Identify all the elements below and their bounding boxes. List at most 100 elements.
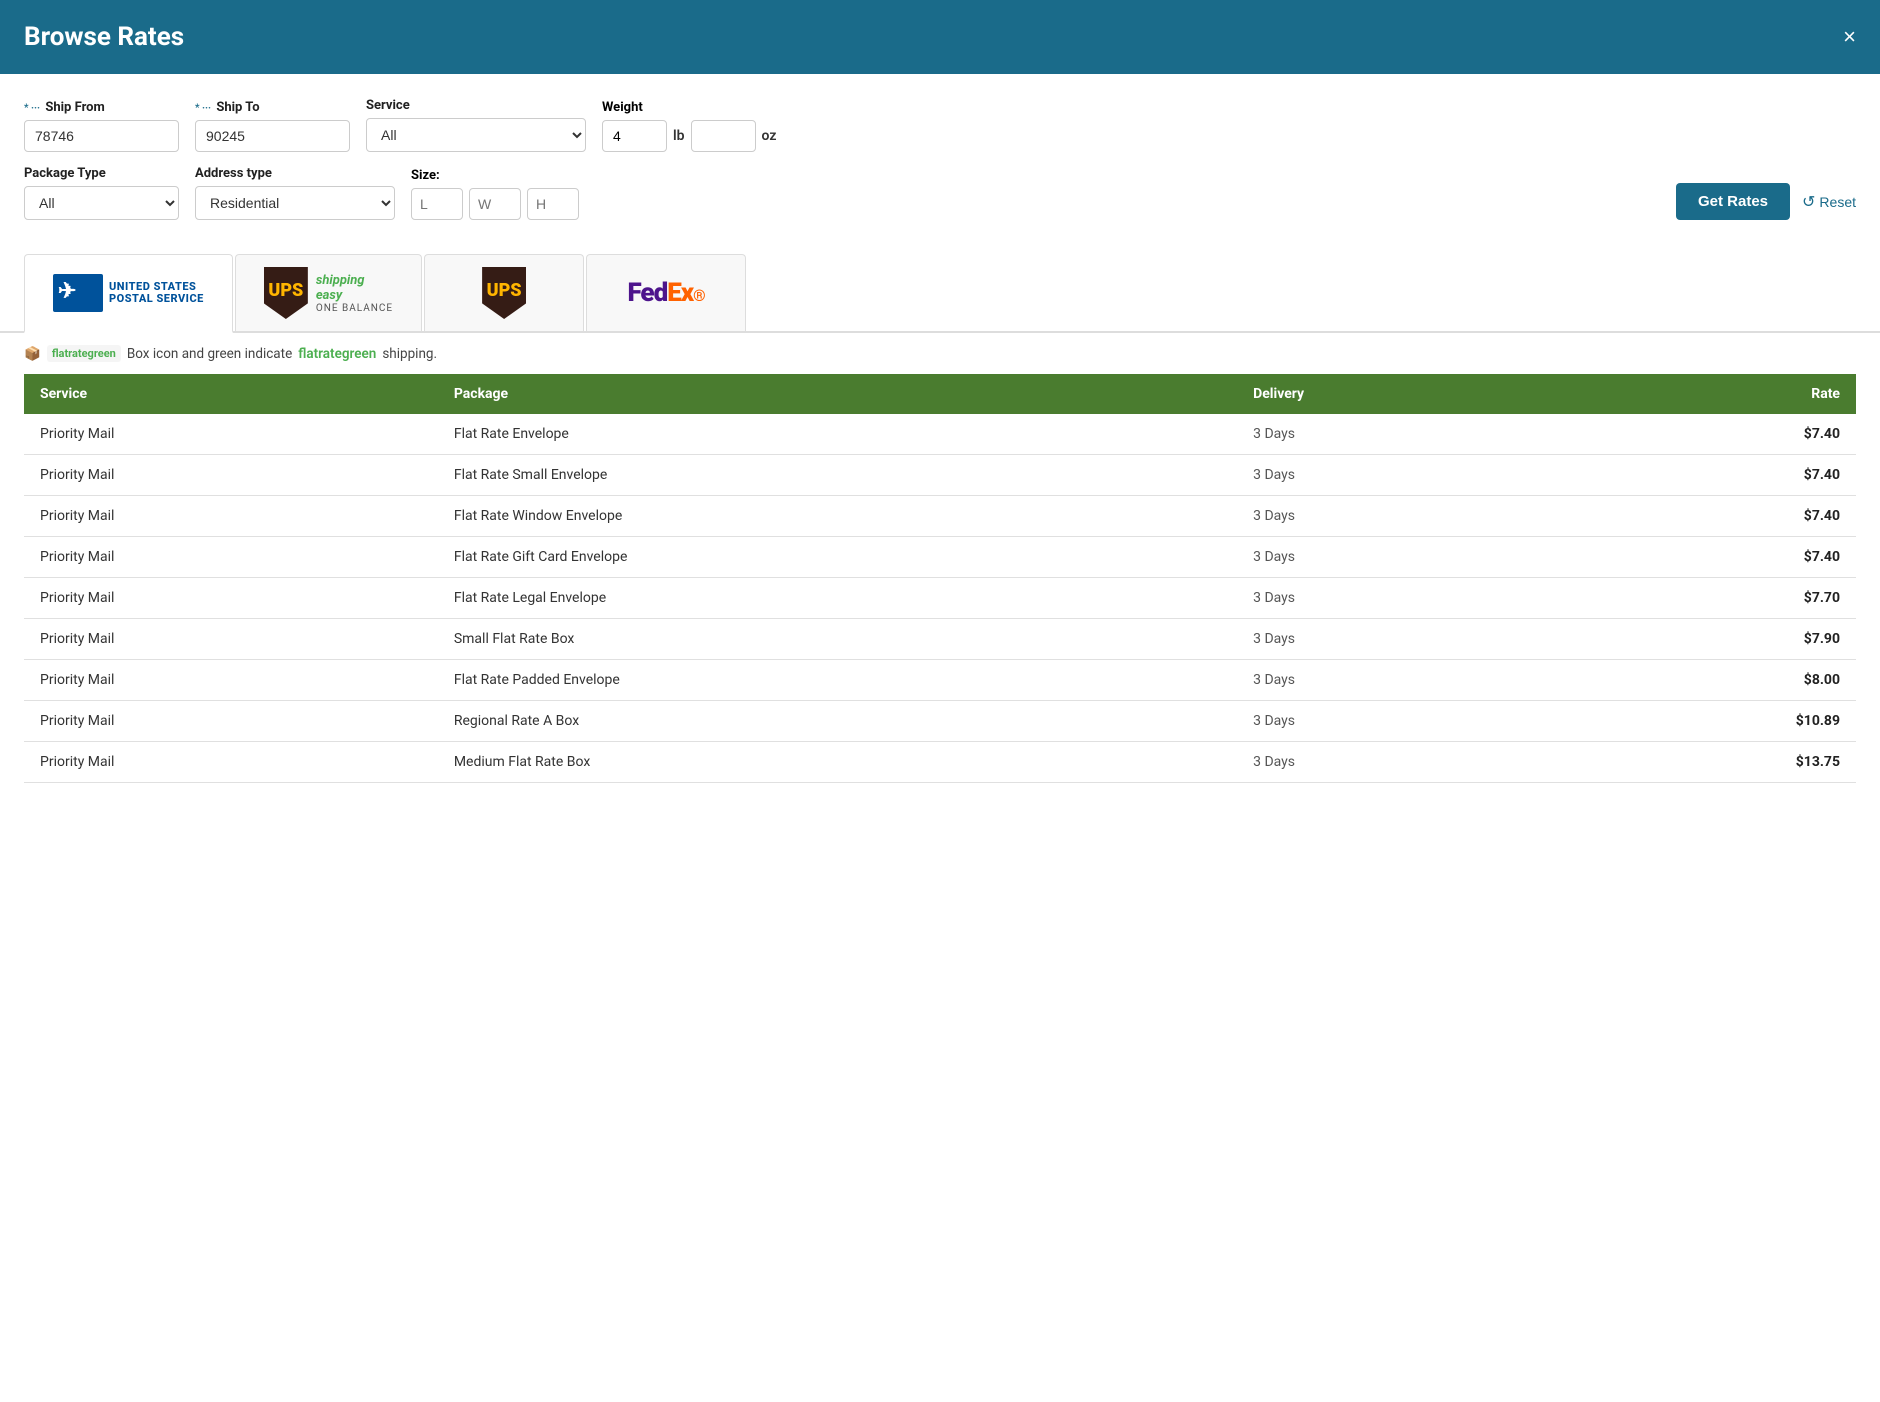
service-cell: Priority Mail <box>24 455 438 496</box>
ups-shield-icon: UPS <box>264 267 308 319</box>
ups-shield-icon-2: UPS <box>482 267 526 319</box>
reset-icon: ↺ <box>1802 192 1815 212</box>
delivery-cell: 3 Days <box>1237 742 1559 783</box>
rate-cell: $7.40 <box>1560 414 1856 455</box>
ex-text: Ex <box>667 278 693 308</box>
package-cell: Flat Rate Small Envelope <box>438 455 1237 496</box>
size-inputs <box>411 188 579 220</box>
delivery-cell: 3 Days <box>1237 619 1559 660</box>
rate-cell: $8.00 <box>1560 660 1856 701</box>
service-cell: Priority Mail <box>24 701 438 742</box>
close-button[interactable]: × <box>1843 26 1856 48</box>
table-row: Priority Mail Flat Rate Padded Envelope … <box>24 660 1856 701</box>
weight-group: Weight lb oz <box>602 100 776 152</box>
service-label: Service <box>366 98 586 113</box>
carrier-tab-ups[interactable]: UPS <box>424 254 584 331</box>
fedex-logo: FedEx® <box>627 278 704 308</box>
table-row: Priority Mail Flat Rate Legal Envelope 3… <box>24 578 1856 619</box>
weight-lb-input[interactable] <box>602 120 667 152</box>
package-cell: Medium Flat Rate Box <box>438 742 1237 783</box>
reset-button[interactable]: ↺ Reset <box>1802 192 1856 212</box>
service-select[interactable]: All Priority Mail First Class Parcel Sel… <box>366 118 586 152</box>
svg-text:✈: ✈ <box>58 279 76 304</box>
table-row: Priority Mail Flat Rate Envelope 3 Days … <box>24 414 1856 455</box>
rate-cell: $10.89 <box>1560 701 1856 742</box>
registered-mark: ® <box>693 286 705 305</box>
ups-text-2: UPS <box>487 280 522 301</box>
form-row-2: Package Type All Flat Rate Envelope Flat… <box>24 166 1856 220</box>
weight-inputs: lb oz <box>602 120 776 152</box>
one-balance-text: ONE BALANCE <box>316 303 393 314</box>
info-text: Box icon and green indicate <box>127 346 292 362</box>
package-cell: Flat Rate Window Envelope <box>438 496 1237 537</box>
form-row-1: * ··· Ship From * ··· Ship To Service Al… <box>24 98 1856 152</box>
service-cell: Priority Mail <box>24 742 438 783</box>
weight-oz-input[interactable] <box>691 120 756 152</box>
carrier-tabs: ✈ UNITED STATES POSTAL SERVICE UPS shipp… <box>0 254 1880 333</box>
ship-from-input[interactable] <box>24 120 179 152</box>
size-l-input[interactable] <box>411 188 463 220</box>
page-title: Browse Rates <box>24 22 184 52</box>
flatrategreen-badge: flatrategreen <box>47 345 121 362</box>
ship-to-group: * ··· Ship To <box>195 100 350 152</box>
table-row: Priority Mail Medium Flat Rate Box 3 Day… <box>24 742 1856 783</box>
col-delivery: Delivery <box>1237 374 1559 414</box>
package-cell: Flat Rate Padded Envelope <box>438 660 1237 701</box>
delivery-cell: 3 Days <box>1237 414 1559 455</box>
required-indicator: * ··· <box>24 103 40 114</box>
carrier-tab-usps[interactable]: ✈ UNITED STATES POSTAL SERVICE <box>24 254 233 333</box>
size-w-input[interactable] <box>469 188 521 220</box>
oz-label: oz <box>762 128 777 144</box>
ship-from-group: * ··· Ship From <box>24 100 179 152</box>
size-h-input[interactable] <box>527 188 579 220</box>
service-cell: Priority Mail <box>24 619 438 660</box>
package-cell: Small Flat Rate Box <box>438 619 1237 660</box>
package-type-select[interactable]: All Flat Rate Envelope Flat Rate Box Reg… <box>24 186 179 220</box>
required-indicator-2: * ··· <box>195 103 211 114</box>
address-type-select[interactable]: Residential Commercial <box>195 186 395 220</box>
size-group: Size: <box>411 168 579 220</box>
rate-cell: $13.75 <box>1560 742 1856 783</box>
table-row: Priority Mail Regional Rate A Box 3 Days… <box>24 701 1856 742</box>
package-cell: Flat Rate Envelope <box>438 414 1237 455</box>
ship-to-input[interactable] <box>195 120 350 152</box>
usps-eagle-svg: ✈ <box>53 274 103 312</box>
carrier-tab-fedex[interactable]: FedEx® <box>586 254 746 331</box>
address-type-label: Address type <box>195 166 395 181</box>
rate-cell: $7.70 <box>1560 578 1856 619</box>
rate-cell: $7.40 <box>1560 496 1856 537</box>
package-cell: Flat Rate Legal Envelope <box>438 578 1237 619</box>
table-header: Service Package Delivery Rate <box>24 374 1856 414</box>
delivery-cell: 3 Days <box>1237 578 1559 619</box>
ship-to-label: * ··· Ship To <box>195 100 350 115</box>
table-body: Priority Mail Flat Rate Envelope 3 Days … <box>24 414 1856 783</box>
flatrategreen-link[interactable]: flatrategreen <box>298 346 376 362</box>
delivery-cell: 3 Days <box>1237 496 1559 537</box>
rates-table: Service Package Delivery Rate Priority M… <box>24 374 1856 783</box>
carrier-tab-ups-se[interactable]: UPS shippingeasy ONE BALANCE <box>235 254 422 331</box>
address-type-group: Address type Residential Commercial <box>195 166 395 220</box>
ups-logo: UPS <box>482 267 526 319</box>
package-type-label: Package Type <box>24 166 179 181</box>
ship-from-label: * ··· Ship From <box>24 100 179 115</box>
service-group: Service All Priority Mail First Class Pa… <box>366 98 586 152</box>
rate-cell: $7.40 <box>1560 537 1856 578</box>
col-service: Service <box>24 374 438 414</box>
delivery-cell: 3 Days <box>1237 701 1559 742</box>
shipping-easy-text: shippingeasy <box>316 273 393 303</box>
package-cell: Regional Rate A Box <box>438 701 1237 742</box>
box-icon: 📦 <box>24 346 41 362</box>
weight-label: Weight <box>602 100 776 115</box>
usps-name-line2: POSTAL SERVICE <box>109 293 204 305</box>
delivery-cell: 3 Days <box>1237 455 1559 496</box>
col-package: Package <box>438 374 1237 414</box>
get-rates-button[interactable]: Get Rates <box>1676 183 1790 220</box>
rate-cell: $7.90 <box>1560 619 1856 660</box>
package-cell: Flat Rate Gift Card Envelope <box>438 537 1237 578</box>
ups-text: UPS <box>268 280 303 301</box>
form-section: * ··· Ship From * ··· Ship To Service Al… <box>0 74 1880 246</box>
service-cell: Priority Mail <box>24 660 438 701</box>
ups-se-logo: UPS shippingeasy ONE BALANCE <box>264 267 393 319</box>
modal-header: Browse Rates × <box>0 0 1880 74</box>
table-row: Priority Mail Flat Rate Window Envelope … <box>24 496 1856 537</box>
